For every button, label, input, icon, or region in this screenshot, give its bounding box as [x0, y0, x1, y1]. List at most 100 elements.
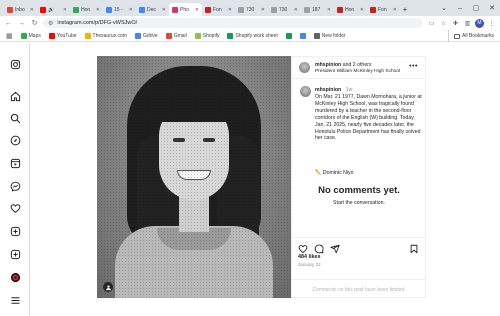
browser-tab[interactable]: Hon ✕ [334, 3, 367, 16]
tab-title: 730 [246, 6, 255, 13]
instagram-sidebar [0, 43, 30, 316]
tab-close-icon[interactable]: ✕ [261, 7, 265, 13]
bookmark-favicon-icon [48, 32, 55, 39]
bookmark-label: Thesaurus.com [92, 32, 127, 39]
like-count[interactable]: 484 likes [298, 254, 320, 260]
all-bookmarks-label: All Bookmarks [462, 33, 494, 39]
bookmark-favicon-icon [194, 32, 201, 39]
halftone-overlay [97, 56, 291, 298]
collaborators-link[interactable]: and 2 others [343, 62, 372, 68]
comment-icon[interactable] [314, 241, 324, 254]
bookmark-item[interactable] [299, 32, 306, 39]
tab-title: 15 - [114, 6, 123, 13]
bookmark-item[interactable]: Gmail [165, 32, 187, 39]
home-icon[interactable] [8, 89, 22, 103]
caption-username[interactable]: mhspinion [315, 87, 341, 93]
profile-avatar-icon[interactable] [8, 270, 22, 284]
close-window-icon[interactable]: ✕ [484, 0, 500, 16]
all-bookmarks[interactable]: All Bookmarks [448, 30, 494, 42]
minimize-icon[interactable]: – [452, 0, 468, 16]
tab-close-icon[interactable]: ✕ [327, 7, 331, 13]
more-options-icon[interactable]: ••• [409, 63, 418, 70]
tab-close-icon[interactable]: ✕ [195, 7, 199, 13]
browser-tab[interactable]: Fon ✕ [367, 3, 400, 16]
bookmark-item[interactable]: New folder [313, 32, 346, 39]
tab-favicon-icon [304, 6, 310, 13]
reels-icon[interactable] [8, 156, 22, 170]
new-tab-button[interactable]: + [400, 3, 410, 16]
tab-close-icon[interactable]: ✕ [129, 7, 133, 13]
browser-tab[interactable]: Inbo ✕ [4, 3, 37, 16]
bookmark-item[interactable]: Shopify [194, 32, 219, 39]
menu-icon[interactable]: ⋮ [487, 19, 496, 28]
instagram-logo-icon[interactable] [8, 57, 22, 71]
caption-credit: ✏️ Dominic Niyo [315, 170, 353, 176]
extensions-icon[interactable]: ✚ [451, 19, 460, 28]
comments-limited-notice: Comments on this post have been limited. [292, 279, 426, 299]
post-photo[interactable] [97, 56, 291, 298]
back-icon[interactable]: ← [4, 18, 13, 28]
bookmark-item[interactable] [285, 32, 292, 39]
browser-tab[interactable]: Dec ✕ [136, 3, 169, 16]
search-icon[interactable] [8, 111, 22, 125]
threads-icon[interactable] [8, 247, 22, 261]
tab-search-icon[interactable]: ⌄ [436, 0, 452, 16]
profile-avatar[interactable]: M [475, 18, 484, 28]
explore-icon[interactable] [8, 133, 22, 147]
bookmark-item[interactable]: Thesaurus.com [84, 32, 127, 39]
browser-tab[interactable]: Hon ✕ [70, 3, 103, 16]
browser-tab[interactable]: 730 ✕ [268, 3, 301, 16]
forward-icon[interactable]: → [17, 18, 26, 28]
bookmark-favicon-icon [299, 32, 306, 39]
tab-title: Inbo [15, 6, 25, 13]
author-username[interactable]: mhspinion [315, 62, 341, 68]
caption-avatar[interactable] [300, 86, 311, 97]
more-menu-icon[interactable] [8, 293, 22, 307]
messenger-icon[interactable] [8, 179, 22, 193]
side-panel-icon[interactable]: ▥ [463, 19, 472, 28]
create-post-icon[interactable] [8, 224, 22, 238]
tab-close-icon[interactable]: ✕ [96, 7, 100, 13]
bookmark-item[interactable]: Gdrive [134, 32, 158, 39]
browser-tab[interactable]: Pho ✕ [169, 3, 202, 16]
save-bookmark-icon[interactable] [409, 241, 419, 254]
share-icon[interactable] [330, 241, 340, 254]
browser-tab[interactable]: 🔊 ✕ [37, 3, 70, 16]
bookmark-item[interactable]: Shopify work sheet [227, 32, 278, 39]
tab-title: 730 [279, 6, 288, 13]
tab-close-icon[interactable]: ✕ [360, 7, 364, 13]
reload-icon[interactable]: ↻ [30, 18, 39, 28]
like-heart-icon[interactable] [298, 241, 308, 254]
tab-title: Hon [81, 6, 91, 13]
notifications-heart-icon[interactable] [8, 201, 22, 215]
tab-close-icon[interactable]: ✕ [162, 7, 166, 13]
bookmark-item[interactable]: YouTube [48, 32, 77, 39]
url-input[interactable]: ⚙ instagram.com/p/DFG-vWSJwO/ [43, 18, 423, 28]
tab-title: 🔊 [48, 6, 55, 13]
tab-close-icon[interactable]: ✕ [294, 7, 298, 13]
maximize-icon[interactable]: ▢ [468, 0, 484, 16]
author-avatar[interactable] [299, 62, 310, 73]
bookmark-favicon-icon [134, 32, 141, 39]
bookmark-label: Gdrive [142, 32, 158, 39]
site-info-icon[interactable]: ⚙ [48, 20, 53, 27]
tab-close-icon[interactable]: ✕ [63, 7, 67, 13]
tab-close-icon[interactable]: ✕ [228, 7, 232, 13]
browser-tab[interactable]: 730 ✕ [235, 3, 268, 16]
post-details-panel: mhspinion and 2 others President William… [291, 56, 426, 298]
bookmark-label: YouTube [56, 32, 77, 39]
address-bar-row: ← → ↻ ⚙ instagram.com/p/DFG-vWSJwO/ ▭ ☆ … [0, 16, 500, 30]
browser-tab[interactable]: 187 ✕ [301, 3, 334, 16]
bookmark-item[interactable]: Maps [20, 32, 41, 39]
cast-icon[interactable]: ▭ [427, 19, 436, 28]
tab-title: Pho [180, 6, 189, 13]
tab-close-icon[interactable]: ✕ [393, 7, 397, 13]
browser-tab[interactable]: Fon ✕ [202, 3, 235, 16]
tab-close-icon[interactable]: ✕ [30, 7, 34, 13]
post-location[interactable]: President William McKinley High School [315, 69, 400, 74]
credit-name: Dominic Niyo [322, 170, 354, 176]
tagged-people-icon[interactable] [103, 282, 113, 292]
apps-grid-icon[interactable]: ▦ [6, 32, 13, 40]
bookmark-star-icon[interactable]: ☆ [439, 19, 448, 28]
browser-tab[interactable]: 15 - ✕ [103, 3, 136, 16]
